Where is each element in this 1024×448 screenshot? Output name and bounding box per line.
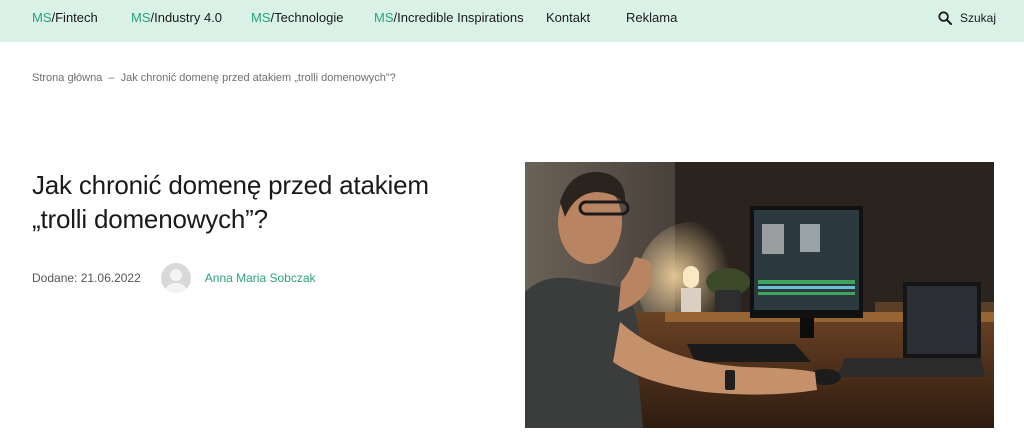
nav-item-label: /Industry 4.0	[150, 10, 223, 25]
man-at-computer-photo	[525, 162, 994, 428]
breadcrumb-home-link[interactable]: Strona główna	[32, 72, 102, 84]
breadcrumb: Strona główna – Jak chronić domenę przed…	[32, 72, 396, 84]
nav-item-technologie[interactable]: MS/Technologie	[251, 0, 344, 36]
nav-item-label: Reklama	[626, 10, 678, 25]
nav-item-label: /Technologie	[270, 10, 344, 25]
breadcrumb-separator: –	[108, 72, 115, 84]
nav-item-prefix: MS	[32, 10, 52, 25]
search-icon	[938, 11, 952, 25]
nav-item-prefix: MS	[131, 10, 151, 25]
nav-item-industry[interactable]: MS/Industry 4.0	[131, 0, 222, 36]
article-hero-image	[525, 162, 994, 428]
author-link[interactable]: Anna Maria Sobczak	[205, 271, 316, 285]
nav-item-label: /Incredible Inspirations	[393, 10, 524, 25]
search-label: Szukaj	[959, 11, 996, 25]
nav-item-prefix: MS	[374, 10, 394, 25]
page-title: Jak chronić domenę przed atakiem „trolli…	[32, 168, 492, 236]
page-title-line-2: „trolli domenowych”?	[32, 204, 268, 234]
article-meta: Dodane: 21.06.2022 Anna Maria Sobczak	[32, 262, 316, 294]
nav-item-reklama[interactable]: Reklama	[626, 0, 677, 36]
date-value: 21.06.2022	[80, 271, 141, 285]
user-silhouette-icon	[164, 269, 187, 293]
nav-item-label: /Fintech	[51, 10, 98, 25]
nav-item-kontakt[interactable]: Kontakt	[546, 0, 590, 36]
author-avatar[interactable]	[160, 263, 191, 293]
nav-item-label: Kontakt	[546, 10, 591, 25]
date-label: Dodane:	[32, 271, 78, 285]
breadcrumb-current: Jak chronić domenę przed atakiem „trolli…	[120, 72, 396, 84]
nav-item-fintech[interactable]: MS/Fintech	[32, 0, 98, 36]
top-navigation-bar: MS/Fintech MS/Industry 4.0 MS/Technologi…	[0, 0, 1024, 42]
page-title-line-1: Jak chronić domenę przed atakiem	[32, 170, 429, 200]
nav-item-prefix: MS	[251, 10, 271, 25]
search-button[interactable]: Szukaj	[938, 0, 996, 36]
nav-item-incredible-inspirations[interactable]: MS/Incredible Inspirations	[374, 0, 524, 36]
